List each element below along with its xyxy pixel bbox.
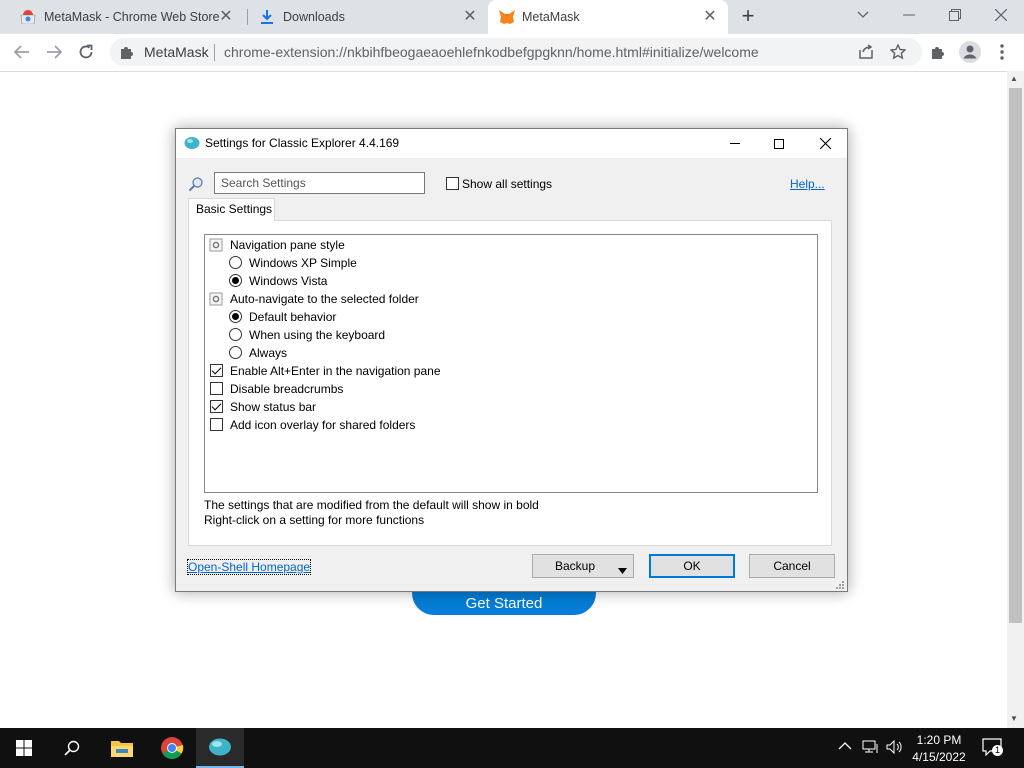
setting-label[interactable]: Always [249, 346, 287, 360]
open-shell-homepage-link[interactable]: Open-Shell Homepage [186, 559, 312, 575]
show-all-settings-checkbox[interactable] [446, 177, 459, 190]
backup-label: Backup [554, 559, 596, 573]
cancel-button[interactable]: Cancel [749, 554, 835, 578]
classic-explorer-shell-icon[interactable] [196, 728, 244, 768]
setting-label[interactable]: Add icon overlay for shared folders [230, 418, 415, 432]
close-tab-icon[interactable]: ✕ [702, 9, 718, 25]
hint-text: Right-click on a setting for more functi… [204, 513, 425, 527]
url-text[interactable]: chrome-extension://nkbihfbeogaeaoehlefnk… [224, 44, 759, 60]
chevron-up-icon[interactable] [838, 740, 852, 754]
scrollbar-thumb[interactable] [1009, 88, 1022, 623]
settings-group-icon [209, 238, 223, 252]
chrome-icon[interactable] [148, 728, 196, 768]
tab-search-icon[interactable] [840, 0, 886, 30]
help-link[interactable]: Help... [790, 177, 825, 191]
get-started-label: Get Started [465, 595, 543, 612]
setting-radio[interactable] [229, 256, 242, 269]
setting-label[interactable]: Windows Vista [249, 274, 327, 288]
dialog-minimize-button[interactable] [712, 129, 758, 158]
setting-group-label[interactable]: Navigation pane style [230, 238, 345, 252]
backup-button[interactable]: Backup [532, 554, 634, 578]
ok-label: OK [683, 559, 701, 573]
setting-label[interactable]: Windows XP Simple [249, 256, 357, 270]
back-arrow-icon[interactable] [8, 38, 36, 66]
close-window-button[interactable] [978, 0, 1024, 30]
dialog-maximize-button[interactable] [756, 129, 802, 158]
dropdown-arrow-icon [618, 563, 627, 577]
tab-title: MetaMask - Chrome Web Store [44, 10, 219, 24]
setting-checkbox[interactable] [210, 382, 223, 395]
tab-metamask[interactable]: MetaMask ✕ [488, 0, 728, 34]
chrome-web-store-icon [20, 10, 36, 27]
file-explorer-folder-icon[interactable] [98, 728, 146, 768]
chrome-menu-icon[interactable] [988, 38, 1016, 66]
setting-label[interactable]: Disable breadcrumbs [230, 382, 343, 396]
new-tab-button[interactable]: + [736, 5, 760, 29]
cancel-label: Cancel [773, 559, 811, 573]
tab-basic-settings[interactable]: Basic Settings [188, 198, 275, 221]
tab-chrome-web-store[interactable]: MetaMask - Chrome Web Store ✕ [8, 0, 244, 34]
setting-checkbox[interactable] [210, 364, 223, 377]
ok-button[interactable]: OK [649, 554, 735, 578]
notification-count-badge: 1 [992, 745, 1003, 756]
settings-group-icon [209, 292, 223, 306]
reload-icon[interactable] [72, 38, 100, 66]
setting-radio[interactable] [229, 274, 242, 287]
download-icon [260, 9, 274, 28]
setting-radio[interactable] [229, 310, 242, 323]
search-settings-input[interactable] [214, 172, 425, 194]
profile-avatar-icon[interactable] [956, 38, 984, 66]
network-icon[interactable] [862, 740, 880, 757]
clock-time[interactable]: 1:20 PM [900, 733, 978, 747]
scroll-down-icon[interactable]: ▼ [1010, 714, 1018, 723]
start-windows-icon[interactable] [0, 728, 48, 768]
dialog-close-button[interactable] [802, 129, 848, 158]
extensions-puzzle-icon[interactable] [924, 38, 952, 66]
tab-title: Downloads [283, 10, 345, 24]
show-all-settings-label[interactable]: Show all settings [462, 177, 552, 191]
close-tab-icon[interactable]: ✕ [462, 9, 478, 25]
resize-grip-icon[interactable] [835, 579, 845, 593]
setting-radio[interactable] [229, 346, 242, 359]
setting-label[interactable]: Default behavior [249, 310, 336, 324]
classic-explorer-shell-icon [184, 136, 200, 153]
bookmark-star-icon[interactable] [884, 38, 912, 66]
omnibox-divider [214, 44, 215, 61]
close-tab-icon[interactable]: ✕ [218, 9, 234, 25]
extension-puzzle-icon [119, 44, 135, 63]
clock-date[interactable]: 4/15/2022 [900, 750, 978, 764]
restore-window-button[interactable] [932, 0, 978, 30]
tab-title: MetaMask [522, 10, 580, 24]
site-name: MetaMask [144, 44, 209, 60]
search-icon[interactable] [48, 728, 96, 768]
hint-text: The settings that are modified from the … [204, 498, 539, 512]
setting-group-label[interactable]: Auto-navigate to the selected folder [230, 292, 419, 306]
scroll-up-icon[interactable]: ▲ [1010, 74, 1018, 83]
setting-label[interactable]: Enable Alt+Enter in the navigation pane [230, 364, 441, 378]
metamask-fox-icon [498, 9, 516, 28]
setting-label[interactable]: Show status bar [230, 400, 316, 414]
setting-checkbox[interactable] [210, 418, 223, 431]
notification-center-icon[interactable]: 1 [982, 738, 1003, 759]
forward-arrow-icon[interactable] [40, 38, 68, 66]
search-magnifier-icon [188, 176, 204, 195]
setting-label[interactable]: When using the keyboard [249, 328, 385, 342]
share-icon[interactable] [852, 38, 880, 66]
setting-checkbox[interactable] [210, 400, 223, 413]
tab-downloads[interactable]: Downloads ✕ [248, 0, 488, 34]
minimize-window-button[interactable] [886, 0, 932, 30]
setting-radio[interactable] [229, 328, 242, 341]
dialog-title: Settings for Classic Explorer 4.4.169 [205, 136, 400, 150]
